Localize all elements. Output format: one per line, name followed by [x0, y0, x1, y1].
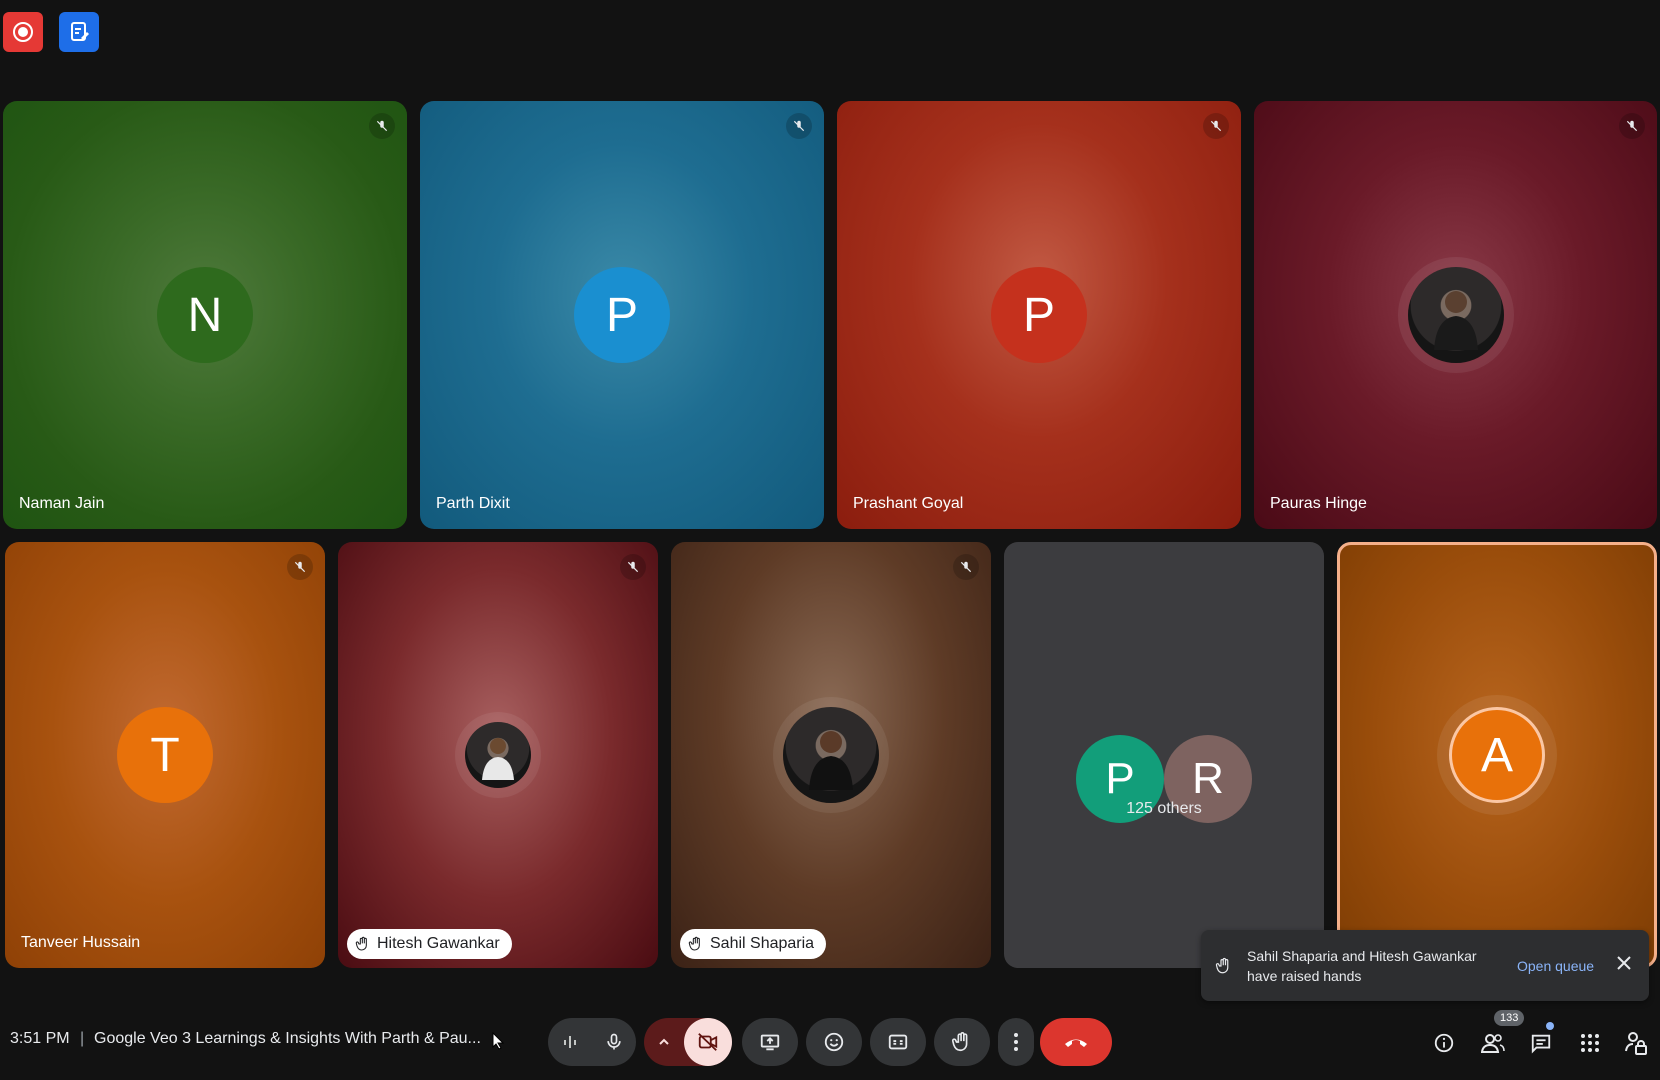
- lock-person-icon: [1625, 1032, 1647, 1055]
- participant-tile-prashant-goyal[interactable]: P Prashant Goyal: [837, 101, 1241, 529]
- notification-message: Sahil Shaparia and Hitesh Gawankar have …: [1247, 947, 1477, 984]
- avatar: T: [117, 707, 213, 803]
- meeting-title: Google Veo 3 Learnings & Insights With P…: [94, 1030, 481, 1047]
- open-queue-link[interactable]: Open queue: [1517, 958, 1594, 974]
- audio-level-icon: [564, 1036, 576, 1048]
- avatar: N: [157, 267, 253, 363]
- people-icon: [1481, 1034, 1505, 1053]
- people-count-badge: 133: [1494, 1010, 1525, 1026]
- chat-button[interactable]: [1526, 1028, 1556, 1058]
- participant-tile-hitesh-gawankar[interactable]: Hitesh Gawankar: [338, 542, 658, 968]
- raised-hand-icon: [688, 936, 700, 951]
- separator: |: [80, 1030, 85, 1047]
- participant-tile-sahil-shaparia[interactable]: Sahil Shaparia: [671, 542, 991, 968]
- reactions-button[interactable]: [806, 1018, 862, 1066]
- camera-toggle-button[interactable]: [684, 1018, 732, 1066]
- participant-tile-parth-dixit[interactable]: P Parth Dixit: [420, 101, 824, 529]
- leave-call-button[interactable]: [1040, 1018, 1112, 1066]
- people-button[interactable]: [1478, 1028, 1508, 1058]
- avatar-photo: [465, 722, 531, 788]
- end-call-icon: [1065, 1039, 1087, 1047]
- apps-grid-icon: [1581, 1034, 1599, 1052]
- participant-name: Parth Dixit: [436, 495, 510, 512]
- self-tile[interactable]: A: [1337, 542, 1657, 968]
- info-icon: [1434, 1033, 1454, 1053]
- microphone-button[interactable]: [592, 1018, 636, 1066]
- more-vert-icon: [1014, 1033, 1018, 1051]
- captions-button[interactable]: [870, 1018, 926, 1066]
- raised-hands-notification: Sahil Shaparia and Hitesh Gawankar have …: [1201, 930, 1649, 1001]
- more-options-button[interactable]: [998, 1018, 1034, 1066]
- raise-hand-button[interactable]: [934, 1018, 990, 1066]
- audio-controls: [548, 1018, 636, 1066]
- participant-tile-pauras-hinge[interactable]: Pauras Hinge: [1254, 101, 1657, 529]
- chat-icon: [1531, 1034, 1551, 1054]
- participant-tile-tanveer-hussain[interactable]: T Tanveer Hussain: [5, 542, 325, 968]
- avatar: A: [1449, 707, 1545, 803]
- raised-hand-icon: [1215, 957, 1229, 973]
- participant-name: Tanveer Hussain: [21, 934, 141, 951]
- avatar-photo: [1407, 267, 1504, 363]
- avatar: P: [991, 267, 1087, 363]
- present-icon: [760, 1034, 780, 1051]
- participant-name: Prashant Goyal: [853, 495, 964, 512]
- chevron-up-icon: [659, 1038, 669, 1045]
- mic-off-icon: [1619, 113, 1645, 139]
- record-button[interactable]: [3, 12, 43, 52]
- participant-name-chip: Sahil Shaparia: [680, 929, 827, 959]
- participant-tile-naman-jain[interactable]: N Naman Jain: [3, 101, 407, 529]
- participant-name: Hitesh Gawankar: [377, 935, 500, 952]
- avatar-photo: [783, 707, 879, 803]
- video-options-button[interactable]: [644, 1036, 684, 1048]
- mic-off-icon: [369, 113, 395, 139]
- record-icon: [13, 22, 33, 42]
- mic-off-icon: [287, 554, 313, 580]
- captions-icon: [888, 1034, 908, 1050]
- mic-off-icon: [953, 554, 979, 580]
- video-controls: [644, 1018, 732, 1066]
- raise-hand-icon: [952, 1032, 968, 1052]
- emoji-icon: [824, 1032, 844, 1052]
- host-controls-button[interactable]: [1621, 1028, 1651, 1058]
- activities-panel-button[interactable]: [1575, 1028, 1605, 1058]
- avatar: P: [574, 267, 670, 363]
- audio-settings-button[interactable]: [548, 1018, 592, 1066]
- activities-button[interactable]: [59, 12, 99, 52]
- close-icon[interactable]: [1616, 955, 1632, 976]
- video-off-icon: [698, 1033, 718, 1051]
- meeting-time: 3:51 PM: [10, 1030, 70, 1047]
- raised-hand-icon: [355, 936, 367, 951]
- activities-icon: [71, 22, 89, 41]
- participant-name: Naman Jain: [19, 495, 105, 512]
- participant-name: Pauras Hinge: [1270, 495, 1367, 512]
- meeting-info-button[interactable]: [1429, 1028, 1459, 1058]
- mic-off-icon: [786, 113, 812, 139]
- cursor-icon: [492, 1031, 505, 1055]
- present-screen-button[interactable]: [742, 1018, 798, 1066]
- mic-off-icon: [1203, 113, 1229, 139]
- microphone-icon: [607, 1033, 621, 1050]
- participant-name: Sahil Shaparia: [710, 935, 815, 952]
- others-tile[interactable]: P R 125 others: [1004, 542, 1324, 968]
- mic-off-icon: [620, 554, 646, 580]
- participant-name-chip: Hitesh Gawankar: [347, 929, 512, 959]
- others-count: 125 others: [1126, 800, 1202, 817]
